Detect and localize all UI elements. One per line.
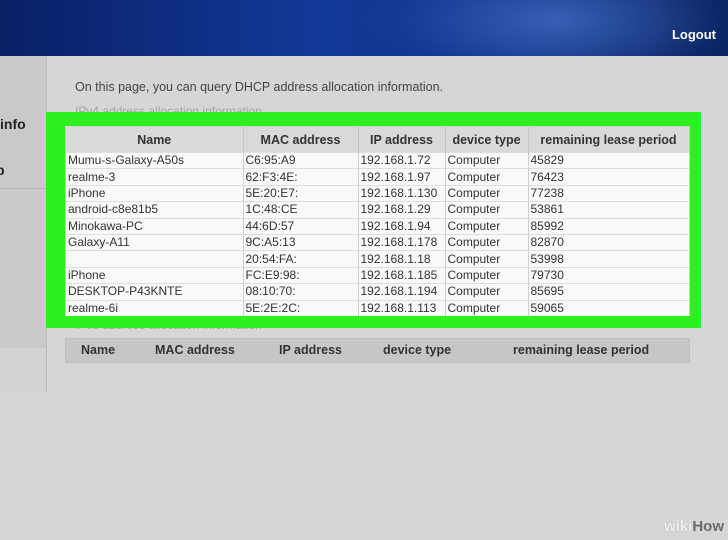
ipv4-table-panel: Name MAC address IP address device type … [65, 126, 690, 316]
cell-name: android-c8e81b5 [66, 201, 244, 219]
cell-lease: 82870 [528, 233, 690, 251]
table-row: DESKTOP-P43KNTE 08:10:70: 192.168.1.194 Com… [66, 283, 690, 301]
cell-lease: 53861 [528, 201, 690, 219]
cell-ip: 192.168.1.72 [358, 151, 446, 169]
table-row: iPhone FC:E9:98: 192.168.1.185 Computer 7973… [66, 266, 690, 284]
cell-device-type: Computer [445, 151, 529, 169]
logout-link[interactable]: Logout [672, 27, 716, 42]
cell-ip: 192.168.1.194 [358, 283, 446, 301]
sidebar: info p [0, 56, 47, 392]
cell-ip: 192.168.1.97 [358, 168, 446, 186]
cell-lease: 79730 [528, 266, 690, 284]
cell-name: Galaxy-A11 [66, 233, 244, 251]
ipv6-col-header-name: Name [81, 343, 116, 357]
col-header-device-type: device type [445, 127, 529, 153]
cell-mac: 62:F3:4E: [243, 168, 359, 186]
cell-mac: 08:10:70: [243, 283, 359, 301]
sidebar-item-p[interactable]: p [0, 162, 5, 178]
cell-ip: 192.168.1.29 [358, 201, 446, 219]
col-header-mac: MAC address [243, 127, 359, 153]
cell-device-type: Computer [445, 283, 529, 301]
cell-ip: 192.168.1.130 [358, 184, 446, 202]
sidebar-item-block[interactable] [0, 348, 46, 392]
cell-device-type: Computer [445, 217, 529, 235]
cell-device-type: Computer [445, 299, 529, 316]
table-row: realme-3 62:F3:4E: 192.168.1.97 Computer 764… [66, 168, 690, 186]
page-description: On this page, you can query DHCP address… [75, 80, 444, 94]
cell-mac: 44:6D:57 [243, 217, 359, 235]
cell-ip: 192.168.1.113 [358, 299, 446, 316]
cell-lease: 85695 [528, 283, 690, 301]
table-row: Minokawa-PC 44:6D:57 192.168.1.94 Computer 8… [66, 217, 690, 235]
cell-ip: 192.168.1.178 [358, 233, 446, 251]
cell-name: realme-6i [66, 299, 244, 316]
cell-device-type: Computer [445, 233, 529, 251]
wikihow-watermark: wikiHow [664, 518, 724, 535]
cell-mac: FC:E9:98: [243, 266, 359, 284]
cell-device-type: Computer [445, 201, 529, 219]
cell-mac: 1C:48:CE [243, 201, 359, 219]
table-row: realme-6i 5E:2E:2C: 192.168.1.113 Computer 5… [66, 299, 690, 316]
sidebar-item-info[interactable]: info [0, 116, 26, 132]
cell-device-type: Computer [445, 168, 529, 186]
table-row: 20:54:FA: 192.168.1.18 Computer 53998 [66, 250, 690, 268]
table-row: Mumu-s-Galaxy-A50s C6:95:A9 192.168.1.72 Co… [66, 151, 690, 169]
cell-name: iPhone [66, 266, 244, 284]
sidebar-divider [0, 188, 46, 189]
col-header-name: Name [66, 127, 244, 153]
cell-name: DESKTOP-P43KNTE [66, 283, 244, 301]
ipv6-col-header-device-type: device type [383, 343, 452, 357]
ipv4-allocation-table: Name MAC address IP address device type … [66, 127, 690, 316]
cell-mac: C6:95:A9 [243, 151, 359, 169]
cell-name [66, 250, 244, 268]
table-row: android-c8e81b5 1C:48:CE 192.168.1.29 Compu… [66, 201, 690, 219]
cell-name: realme-3 [66, 168, 244, 186]
cell-mac: 5E:2E:2C: [243, 299, 359, 316]
cell-mac: 5E:20:E7: [243, 184, 359, 202]
cell-mac: 20:54:FA: [243, 250, 359, 268]
cell-lease: 53998 [528, 250, 690, 268]
watermark-how: How [692, 518, 724, 535]
cell-device-type: Computer [445, 184, 529, 202]
col-header-lease: remaining lease period [528, 127, 690, 153]
cell-name: Mumu-s-Galaxy-A50s [66, 151, 244, 169]
cell-name: iPhone [66, 184, 244, 202]
cell-ip: 192.168.1.18 [358, 250, 446, 268]
table-row: Galaxy-A11 9C:A5:13 192.168.1.178 Computer 8… [66, 233, 690, 251]
cell-lease: 45829 [528, 151, 690, 169]
cell-lease: 59065 [528, 299, 690, 316]
ipv6-col-header-mac: MAC address [155, 343, 235, 357]
col-header-ip: IP address [358, 127, 446, 153]
cell-mac: 9C:A5:13 [243, 233, 359, 251]
table-row: iPhone 5E:20:E7: 192.168.1.130 Computer 7723… [66, 184, 690, 202]
top-banner: Logout [0, 0, 728, 56]
ipv6-col-header-ip: IP address [279, 343, 343, 357]
cell-name: Minokawa-PC [66, 217, 244, 235]
watermark-wiki: wiki [663, 518, 693, 535]
ipv6-col-header-lease: remaining lease period [513, 343, 650, 357]
cell-device-type: Computer [445, 266, 529, 284]
table-header-row: Name MAC address IP address device type … [66, 127, 690, 153]
cell-ip: 192.168.1.185 [358, 266, 446, 284]
cell-device-type: Computer [445, 250, 529, 268]
cell-ip: 192.168.1.94 [358, 217, 446, 235]
cell-lease: 77238 [528, 184, 690, 202]
ipv6-table-header: Name MAC address IP address device type … [65, 338, 690, 363]
cell-lease: 85992 [528, 217, 690, 235]
cell-lease: 76423 [528, 168, 690, 186]
